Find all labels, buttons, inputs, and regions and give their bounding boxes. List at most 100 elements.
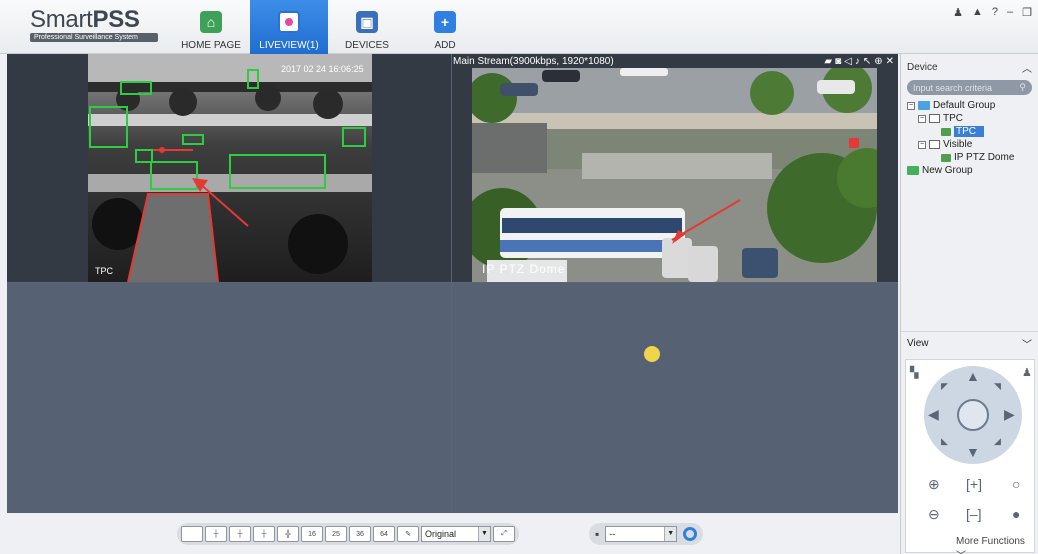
view-select[interactable]: -- ▼: [605, 526, 678, 542]
save-icon[interactable]: ▪: [595, 527, 599, 541]
fullscreen-button[interactable]: ⤢: [493, 526, 515, 542]
arrow-left-icon[interactable]: ◀: [928, 406, 939, 423]
focus-far-icon[interactable]: [–]: [966, 506, 982, 522]
ptz-direction-pad: ▲ ▼ ◀ ▶ ◤ ◥ ◣ ◢: [924, 366, 1022, 464]
video-grid: 2017 02 24 16:06:25 TPC Main Stream(3900…: [7, 54, 898, 513]
device-search-input[interactable]: Input search criteria ⚲: [907, 80, 1032, 95]
view-save-group: ▪ -- ▼: [589, 523, 704, 545]
folder-icon: [918, 101, 930, 110]
device-icon: [929, 140, 940, 149]
stream-info-label: Main Stream(3900kbps, 1920*1080): [453, 56, 614, 67]
tree-item-default-group[interactable]: − Default Group: [907, 99, 1038, 112]
chevron-down-icon: ▼: [664, 527, 677, 541]
more-functions-link[interactable]: More Functions ﹀: [956, 536, 1034, 554]
device-panel-header[interactable]: Device ︿: [901, 54, 1038, 80]
liveview-icon: [278, 11, 300, 33]
ptz-pointer-icon[interactable]: ↖: [863, 56, 871, 67]
layout-6-button[interactable]: ┼: [229, 526, 251, 542]
layout-25-button[interactable]: 25: [325, 526, 347, 542]
smartpss-window: SmartPSS Professional Surveillance Syste…: [0, 0, 1038, 554]
zoom-out-icon[interactable]: ⊖: [928, 506, 940, 523]
layout-1-button[interactable]: [181, 526, 203, 542]
arrow-up-right-icon[interactable]: ◥: [994, 381, 1001, 392]
tree-item-visible-device[interactable]: − Visible: [907, 138, 1038, 151]
stream-scale-select[interactable]: Original ▼: [421, 526, 491, 542]
video-cell-2[interactable]: Main Stream(3900kbps, 1920*1080) ▰ ◙ ◁ ♪…: [452, 54, 898, 282]
minimize-icon[interactable]: –: [1007, 6, 1013, 19]
camera-icon: [941, 127, 951, 136]
layout-4-button[interactable]: ┼: [205, 526, 227, 542]
osd-camera-name: IP PTZ Dome: [482, 262, 566, 276]
window-controls: ♟ ▲ ? – ❐: [953, 6, 1032, 19]
layout-36-button[interactable]: 36: [349, 526, 371, 542]
chevron-down-icon[interactable]: ﹀: [1022, 336, 1032, 351]
arrow-up-left-icon[interactable]: ◤: [941, 381, 948, 392]
app-logo: SmartPSS Professional Surveillance Syste…: [30, 8, 158, 42]
nav-home-page[interactable]: ⌂ HOME PAGE: [172, 0, 250, 54]
audio-icon[interactable]: ◁: [844, 56, 852, 67]
arrow-down-left-icon[interactable]: ◣: [941, 436, 948, 447]
cell-toolbar: ▰ ◙ ◁ ♪ ↖ ⊕ ✕: [824, 56, 894, 67]
ptz-3d-locate-button[interactable]: [957, 399, 989, 431]
layout-16-button[interactable]: 16: [301, 526, 323, 542]
arrow-right-icon[interactable]: ▶: [1004, 406, 1015, 423]
tree-item-new-group[interactable]: New Group: [907, 164, 1038, 177]
nav-liveview[interactable]: LIVEVIEW(1): [250, 0, 328, 54]
restore-icon[interactable]: ❐: [1022, 6, 1032, 19]
osd-camera-name: TPC: [95, 266, 113, 276]
osd-timestamp: 2017 02 24 16:06:25: [281, 64, 364, 74]
nav-devices[interactable]: ▣ DEVICES: [328, 0, 406, 54]
refresh-icon[interactable]: [683, 527, 698, 541]
user-icon[interactable]: ♟: [953, 6, 963, 19]
search-icon[interactable]: ⚲: [1019, 82, 1026, 93]
collapse-icon[interactable]: −: [918, 114, 926, 123]
ptz-user-icon[interactable]: ♟: [1022, 366, 1032, 379]
camera-icon: [941, 153, 951, 162]
layout-9-button[interactable]: ╬: [277, 526, 299, 542]
arrow-up-icon[interactable]: ▲: [966, 368, 980, 384]
chevron-down-icon: ▼: [478, 527, 490, 541]
layout-8-button[interactable]: ┼: [253, 526, 275, 542]
device-tree: − Default Group − TPC TPC − Visible IP P…: [901, 99, 1038, 177]
devices-icon: ▣: [356, 11, 378, 33]
nav-add[interactable]: + ADD: [406, 0, 484, 54]
layout-64-button[interactable]: 64: [373, 526, 395, 542]
header-bar: SmartPSS Professional Surveillance Syste…: [0, 0, 1038, 54]
device-icon: [929, 114, 940, 123]
close-icon[interactable]: ✕: [886, 56, 894, 67]
video-cell-3[interactable]: [7, 283, 451, 513]
zoom-icon[interactable]: ⊕: [874, 56, 882, 67]
tree-item-tpc-device[interactable]: − TPC: [907, 112, 1038, 125]
tree-item-ptz-channel[interactable]: IP PTZ Dome: [907, 151, 1038, 164]
view-panel-header[interactable]: View ﹀: [901, 331, 1038, 355]
video-cell-1[interactable]: 2017 02 24 16:06:25 TPC: [7, 54, 451, 282]
ptz-control-panel: ▚ ♟ ▲ ▼ ◀ ▶ ◤ ◥ ◣ ◢ ⊕ [+] ○ ⊖ [–] ● More…: [905, 359, 1035, 554]
thermal-camera-feed: [88, 54, 372, 282]
iris-close-icon[interactable]: ●: [1012, 506, 1020, 522]
right-panel: Device ︿ Input search criteria ⚲ − Defau…: [900, 54, 1038, 554]
mouse-cursor-highlight: [644, 346, 660, 362]
lock-icon[interactable]: ▲: [972, 6, 983, 19]
arrow-down-icon[interactable]: ▼: [966, 444, 980, 460]
talk-icon[interactable]: ♪: [855, 56, 860, 67]
help-icon[interactable]: ?: [992, 6, 998, 19]
snapshot-icon[interactable]: ◙: [835, 56, 841, 67]
instant-record-icon[interactable]: ▰: [824, 56, 832, 67]
arrow-down-right-icon[interactable]: ◢: [994, 436, 1001, 447]
tree-item-tpc-channel[interactable]: TPC: [907, 125, 1038, 138]
ptz-grid-icon[interactable]: ▚: [910, 366, 918, 379]
collapse-icon[interactable]: −: [918, 140, 926, 149]
focus-near-icon[interactable]: [+]: [966, 476, 982, 492]
main-nav: ⌂ HOME PAGE LIVEVIEW(1) ▣ DEVICES + ADD: [172, 0, 484, 54]
iris-open-icon[interactable]: ○: [1012, 476, 1020, 492]
video-cell-4[interactable]: [452, 283, 898, 513]
custom-layout-button[interactable]: ✎: [397, 526, 419, 542]
collapse-icon[interactable]: −: [907, 101, 915, 110]
layout-selector: ┼ ┼ ┼ ╬ 16 25 36 64 ✎ Original ▼ ⤢: [177, 523, 519, 545]
home-icon: ⌂: [200, 11, 222, 33]
chevron-up-icon[interactable]: ︿: [1022, 60, 1032, 75]
zoom-in-icon[interactable]: ⊕: [928, 476, 940, 493]
add-icon: +: [434, 11, 456, 33]
bottom-toolbar: ┼ ┼ ┼ ╬ 16 25 36 64 ✎ Original ▼ ⤢ ▪ -- …: [0, 513, 898, 554]
folder-icon: [907, 166, 919, 175]
